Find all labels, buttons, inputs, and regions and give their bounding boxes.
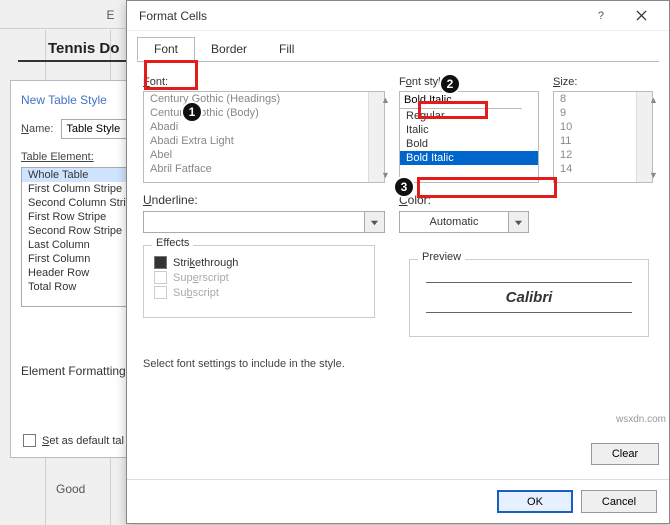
font-listbox[interactable]: Century Gothic (Headings) Century Gothic…: [143, 91, 385, 183]
close-button[interactable]: [621, 2, 661, 30]
scrollbar[interactable]: ▲▼: [368, 92, 384, 182]
list-item[interactable]: Abadi Extra Light: [144, 134, 384, 148]
effects-legend: Effects: [152, 237, 193, 249]
dialog-title: Format Cells: [139, 9, 207, 23]
help-button[interactable]: ?: [581, 2, 621, 30]
default-label: Set as default tal: [42, 435, 124, 447]
font-label: Font:: [143, 76, 168, 88]
subscript-checkbox: [154, 286, 167, 299]
size-listbox[interactable]: 8 9 10 11 12 14 ▲▼: [553, 91, 653, 183]
color-combo[interactable]: Automatic: [399, 211, 509, 233]
bg-good-label: Good: [56, 482, 85, 496]
dropdown-icon[interactable]: [509, 211, 529, 233]
strikethrough-label: Strikethrough: [173, 257, 238, 269]
name-label: NName:ame:: [21, 123, 53, 135]
tabs: Font Border Fill: [137, 37, 659, 62]
size-label: Size:: [553, 76, 577, 88]
dropdown-icon[interactable]: [365, 211, 385, 233]
step-badge-1: 1: [181, 101, 203, 123]
ok-button[interactable]: OK: [497, 490, 573, 513]
font-style-listbox[interactable]: Regular Italic Bold Bold Italic: [399, 91, 539, 183]
superscript-label: Superscript: [173, 272, 229, 284]
list-item[interactable]: Century Gothic (Body): [144, 106, 384, 120]
tab-fill[interactable]: Fill: [263, 37, 310, 61]
step-badge-2: 2: [439, 73, 461, 95]
font-style-input[interactable]: [400, 92, 522, 109]
default-checkbox[interactable]: [23, 434, 36, 447]
clear-button[interactable]: Clear: [591, 443, 659, 465]
list-item[interactable]: Abadi: [144, 120, 384, 134]
preview-legend: Preview: [418, 251, 465, 263]
list-item[interactable]: Century Gothic (Headings): [144, 92, 384, 106]
underline-combo[interactable]: [143, 211, 365, 233]
list-item[interactable]: Bold: [400, 137, 538, 151]
list-item[interactable]: Abel: [144, 148, 384, 162]
list-item[interactable]: Italic: [400, 123, 538, 137]
watermark: wsxdn.com: [616, 414, 666, 425]
preview-sample: Calibri: [426, 282, 632, 313]
preview-group: Preview Calibri: [409, 259, 649, 337]
svg-text:?: ?: [597, 10, 603, 21]
note-text: Select font settings to include in the s…: [137, 358, 659, 370]
list-item[interactable]: Abril Fatface: [144, 162, 384, 176]
underline-label: Underline:: [143, 193, 198, 207]
tab-font[interactable]: Font: [137, 37, 195, 61]
effects-group: Effects Strikethrough Superscript Subscr…: [143, 245, 375, 318]
list-item-selected[interactable]: Bold Italic: [400, 151, 538, 165]
step-badge-3: 3: [393, 176, 415, 198]
format-cells-dialog: Format Cells ? Font Border Fill Font: Ce…: [126, 0, 670, 524]
sheet-title-fragment: Tennis Do: [48, 40, 119, 57]
strikethrough-checkbox[interactable]: [154, 256, 167, 269]
superscript-checkbox: [154, 271, 167, 284]
tab-border[interactable]: Border: [195, 37, 263, 61]
cancel-button[interactable]: Cancel: [581, 490, 657, 513]
list-item[interactable]: Regular: [400, 109, 538, 123]
scrollbar[interactable]: ▲▼: [636, 92, 652, 182]
table-element-label: Table Element:: [21, 151, 94, 163]
subscript-label: Subscript: [173, 287, 219, 299]
